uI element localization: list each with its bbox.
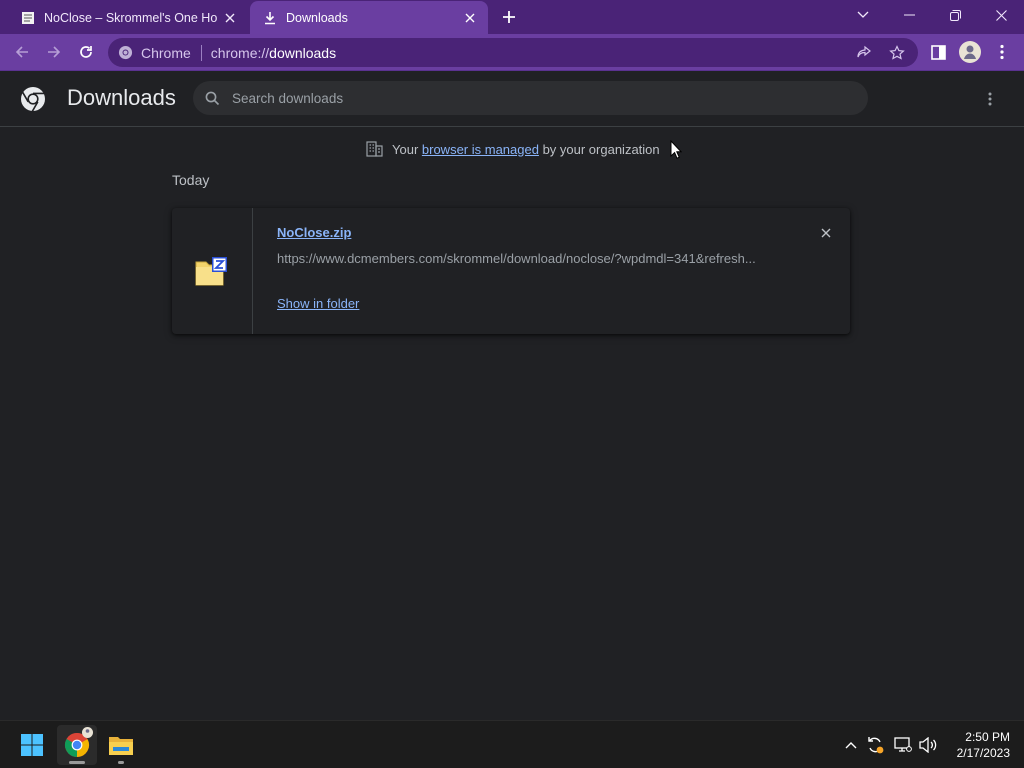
taskbar: 2:50 PM 2/17/2023 [0, 720, 1024, 768]
downloads-header: Downloads [0, 71, 1024, 127]
close-tab-icon[interactable] [218, 6, 242, 30]
close-tab-icon[interactable] [458, 6, 482, 30]
omnibox[interactable]: Chrome chrome://downloads [108, 38, 918, 67]
url-scheme: chrome:// [210, 44, 270, 61]
download-icon [262, 10, 278, 26]
download-filename-link[interactable]: NoClose.zip [277, 225, 351, 240]
mouse-cursor-icon [670, 139, 683, 164]
show-hidden-icons-button[interactable] [840, 733, 862, 757]
bookmark-star-icon[interactable] [889, 38, 905, 67]
profile-badge-icon [82, 727, 93, 738]
managed-suffix: by your organization [538, 141, 660, 157]
tab-noclose[interactable]: NoClose – Skrommel's One Hour [8, 1, 248, 34]
site-info-chip[interactable]: Chrome [108, 45, 191, 61]
network-icon[interactable] [892, 733, 914, 757]
taskbar-chrome-button[interactable] [57, 725, 97, 765]
chrome-icon [118, 45, 133, 60]
clock-time: 2:50 PM [965, 730, 1010, 744]
date-section-label: Today [172, 172, 210, 188]
volume-icon[interactable] [917, 733, 939, 757]
share-icon[interactable] [856, 38, 872, 67]
managed-prefix: Your [392, 141, 422, 157]
chrome-menu-icon[interactable] [988, 38, 1016, 66]
search-icon [205, 91, 220, 106]
restore-button[interactable] [932, 0, 978, 30]
tab-title: Downloads [286, 10, 348, 25]
sync-icon[interactable] [864, 733, 886, 757]
tab-search-button[interactable] [840, 0, 886, 30]
url-host: downloads [269, 44, 337, 61]
tab-title: NoClose – Skrommel's One Hour [44, 10, 218, 25]
site-label: Chrome [141, 44, 191, 61]
tab-downloads[interactable]: Downloads [250, 1, 488, 34]
chrome-logo-icon [20, 86, 46, 112]
more-actions-icon[interactable] [978, 87, 1002, 111]
page-title: Downloads [67, 85, 176, 110]
clock-date: 2/17/2023 [956, 746, 1010, 760]
minimize-button[interactable] [886, 0, 932, 30]
side-panel-icon[interactable] [924, 38, 952, 66]
search-bar[interactable] [193, 81, 868, 115]
close-window-button[interactable] [978, 0, 1024, 30]
running-indicator [118, 761, 124, 764]
page-icon [20, 10, 36, 26]
download-source-url[interactable]: https://www.dcmembers.com/skrommel/downl… [277, 251, 777, 266]
folder-icon [108, 734, 134, 756]
taskbar-file-explorer-button[interactable] [101, 725, 141, 765]
building-icon [366, 141, 383, 157]
back-button[interactable] [8, 38, 36, 66]
taskbar-clock[interactable]: 2:50 PM 2/17/2023 [944, 729, 1010, 761]
reload-button[interactable] [72, 38, 100, 66]
forward-button[interactable] [40, 38, 68, 66]
tab-strip: NoClose – Skrommel's One Hour Downloads [0, 0, 1024, 34]
running-indicator [69, 761, 85, 764]
show-in-folder-link[interactable]: Show in folder [277, 296, 359, 311]
new-tab-button[interactable] [496, 5, 522, 29]
zip-file-icon [195, 256, 229, 286]
browser-toolbar: Chrome chrome://downloads [0, 34, 1024, 71]
omnibox-divider [200, 44, 202, 61]
file-icon-column [172, 208, 253, 334]
profile-avatar[interactable] [956, 38, 984, 66]
search-input[interactable] [232, 90, 832, 106]
browser-managed-link[interactable]: browser is managed [422, 142, 539, 157]
managed-notice: Your browser is managed by your organiza… [366, 140, 660, 158]
remove-download-icon[interactable] [815, 222, 837, 244]
download-item: NoClose.zip https://www.dcmembers.com/sk… [172, 208, 850, 334]
start-button[interactable] [12, 725, 52, 765]
